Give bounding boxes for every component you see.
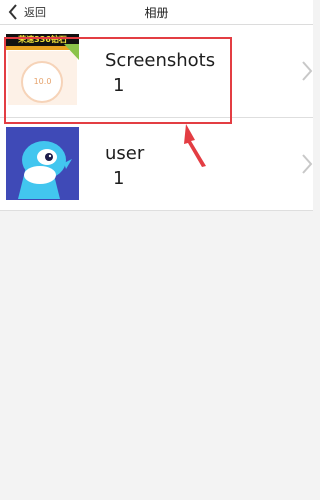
album-name: user [105,143,145,164]
album-row-user[interactable]: user 1 [0,118,313,211]
thumbnail-text: 荣速336钻石 [18,35,67,44]
album-list: 荣速336钻石 10.0 Screenshots 1 user 1 [0,25,313,211]
top-bar: 返回 相册 [0,0,313,25]
album-count: 1 [113,168,125,189]
album-thumbnail: 荣速336钻石 10.0 [6,34,79,107]
chevron-right-icon [301,153,313,175]
page-title: 相册 [144,6,169,20]
album-name: Screenshots [105,50,216,71]
album-count: 1 [113,75,125,96]
album-row-screenshots[interactable]: 荣速336钻石 10.0 Screenshots 1 [0,25,313,118]
thumbnail-value: 10.0 [33,77,52,86]
annotation-arrow-icon [182,124,212,172]
album-thumbnail [6,127,79,200]
chevron-right-icon [301,60,313,82]
